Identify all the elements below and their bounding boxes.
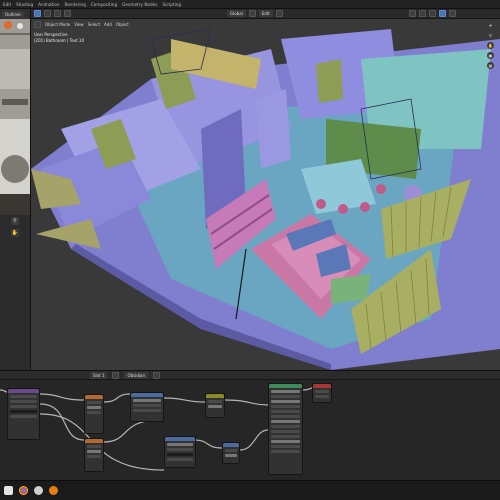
overlay-icon[interactable] xyxy=(408,10,416,17)
workspace-tab[interactable]: Compositing xyxy=(91,2,117,7)
start-menu-icon[interactable] xyxy=(4,486,13,495)
3d-viewport[interactable] xyxy=(31,19,500,370)
menu-select[interactable]: Select xyxy=(88,22,100,27)
pin-icon[interactable] xyxy=(153,371,161,379)
shading-rendered-icon[interactable] xyxy=(448,10,456,17)
select-tweak-icon[interactable] xyxy=(44,10,51,17)
zoom-view-icon[interactable]: ⚲ xyxy=(487,32,494,39)
camera-view-icon[interactable]: ▣ xyxy=(487,52,494,59)
render-preview-image xyxy=(0,19,30,215)
navigation-gizmo: ✛ ⚲ ✋ ▣ ▦ xyxy=(487,22,494,69)
editor-type-icon[interactable] xyxy=(34,20,41,28)
workspace-tab[interactable]: Scripting xyxy=(162,2,181,7)
mode-dropdown[interactable]: Object Mode xyxy=(45,22,70,27)
shading-material-icon[interactable] xyxy=(438,10,446,17)
workspace-tab[interactable]: Geometry Nodes xyxy=(122,2,157,7)
shading-solid-icon[interactable] xyxy=(428,10,436,17)
snap-dropdown[interactable]: Edit xyxy=(258,10,273,17)
zoom-icon[interactable]: ⚲ xyxy=(11,217,19,225)
render-preview xyxy=(0,19,30,215)
workspace-tab[interactable]: Shading xyxy=(16,2,33,7)
app-icon[interactable] xyxy=(34,486,43,495)
editor-type-dropdown[interactable]: Outliner xyxy=(2,10,25,18)
xray-icon[interactable] xyxy=(418,10,426,17)
principled-bsdf-node[interactable] xyxy=(268,383,303,475)
math-node[interactable] xyxy=(222,442,240,464)
node-editor-canvas[interactable] xyxy=(0,380,500,480)
material-dropdown[interactable]: Obsidian xyxy=(124,371,149,379)
viewport-info-overlay: User Perspective (201) Bathroom | Text.1… xyxy=(34,32,84,44)
left-panel-header: Outliner xyxy=(0,9,30,19)
viewport-toolbar: Global Edit xyxy=(30,9,500,19)
color-ramp-node[interactable] xyxy=(84,394,104,434)
mix-node[interactable] xyxy=(84,438,104,472)
left-editor-panel: Outliner ⚲ ✋ xyxy=(0,9,31,377)
normal-map-node[interactable] xyxy=(205,393,225,418)
pan-hand-icon[interactable]: ✋ xyxy=(11,229,19,237)
menu-view[interactable]: View xyxy=(74,22,84,27)
chrome-browser-icon[interactable] xyxy=(19,486,28,495)
architectural-scene xyxy=(31,28,500,370)
workspace-tab[interactable]: Edit xyxy=(3,2,11,7)
slot-dropdown[interactable]: Slot 1 xyxy=(90,371,108,379)
material-output-node[interactable] xyxy=(312,383,332,403)
os-taskbar xyxy=(0,480,500,500)
bump-node[interactable] xyxy=(130,392,164,422)
texture-node[interactable] xyxy=(7,388,40,440)
pan-view-icon[interactable]: ✋ xyxy=(487,42,494,49)
pivot-icon[interactable] xyxy=(248,10,256,17)
menu-add[interactable]: Add xyxy=(104,22,112,27)
node-links xyxy=(0,387,313,471)
viewport-header: Object Mode View Select Add Object xyxy=(31,19,500,29)
select-lasso-icon[interactable] xyxy=(64,10,71,17)
workspace-tab[interactable]: Rendering xyxy=(64,2,85,7)
blender-icon[interactable] xyxy=(49,486,58,495)
proportional-editing-icon[interactable] xyxy=(275,10,283,17)
workspace-tab[interactable]: Animation xyxy=(38,2,59,7)
active-object-text: (201) Bathroom | Text.10 xyxy=(34,38,85,43)
viewport-nav-tools: ⚲ ✋ xyxy=(11,217,19,237)
select-circle-icon[interactable] xyxy=(54,10,61,17)
material-sphere-icon[interactable] xyxy=(112,371,120,379)
transform-orientation-dropdown[interactable]: Global xyxy=(227,10,246,17)
orientation-gizmo-icon[interactable]: ✛ xyxy=(487,22,494,29)
grid-view-icon[interactable]: ▦ xyxy=(487,62,494,69)
menu-object[interactable]: Object xyxy=(116,22,129,27)
workspace-tab-bar: Edit Shading Animation Rendering Composi… xyxy=(0,0,500,9)
image-texture-node[interactable] xyxy=(164,436,196,468)
select-box-icon[interactable] xyxy=(34,10,41,17)
node-editor-header: Slot 1 Obsidian xyxy=(0,370,500,380)
